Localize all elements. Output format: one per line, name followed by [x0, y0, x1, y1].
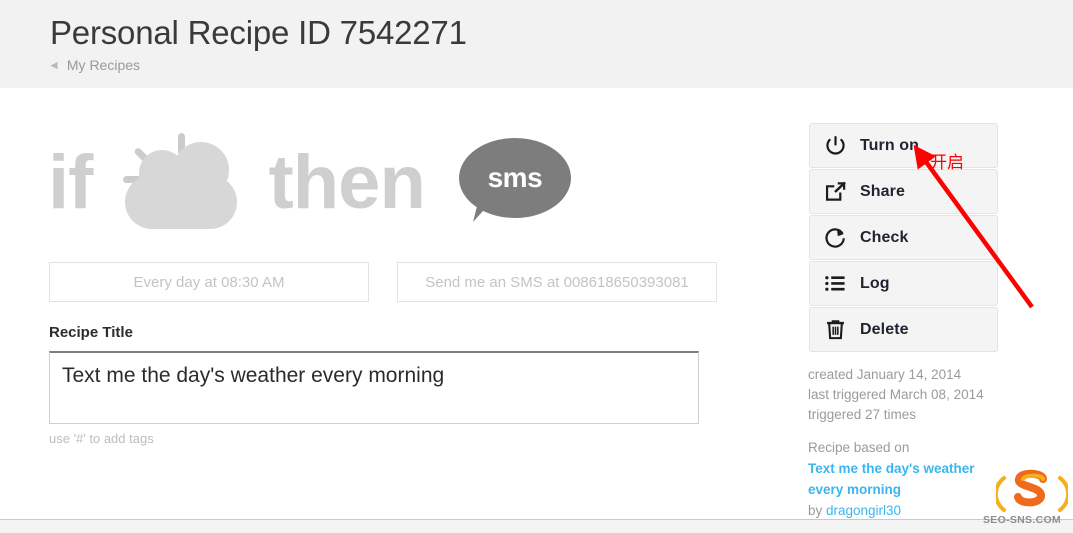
list-bullets-icon	[810, 272, 860, 295]
action-summary-field[interactable]: Send me an SMS at 008618650393081	[397, 262, 717, 302]
action-button-list: Turn on Share Check Log Delete	[809, 123, 998, 353]
cloud-icon	[125, 142, 238, 229]
page-header: Personal Recipe ID 7542271 ◄ My Recipes	[0, 0, 1073, 88]
check-button[interactable]: Check	[809, 215, 998, 260]
recipe-title-input[interactable]: Text me the day's weather every morning	[49, 351, 699, 424]
recipe-detail-page: Personal Recipe ID 7542271 ◄ My Recipes …	[0, 0, 1073, 533]
by-prefix: by	[808, 503, 827, 518]
recipe-headline: if then sms	[48, 128, 571, 238]
power-icon	[810, 134, 860, 157]
page-title: Personal Recipe ID 7542271	[50, 14, 467, 51]
sun-behind-cloud-weather-icon[interactable]	[122, 133, 240, 233]
then-word: then	[268, 140, 425, 225]
based-on-label: Recipe based on	[808, 440, 910, 455]
trash-can-icon	[810, 318, 860, 341]
breadcrumb-label: My Recipes	[66, 57, 141, 73]
share-button[interactable]: Share	[809, 169, 998, 214]
left-triangle-icon: ◄	[48, 58, 60, 72]
delete-button[interactable]: Delete	[809, 307, 998, 352]
meta-spacer	[808, 425, 1038, 438]
log-button[interactable]: Log	[809, 261, 998, 306]
last-triggered-date: last triggered March 08, 2014	[808, 387, 984, 402]
author-username-link[interactable]: dragongirl30	[826, 503, 901, 518]
turn-on-label: Turn on	[860, 136, 920, 154]
sms-speech-bubble-icon[interactable]: sms	[458, 138, 571, 228]
breadcrumb-my-recipes[interactable]: ◄ My Recipes	[48, 57, 140, 73]
delete-label: Delete	[860, 320, 909, 338]
bottom-band	[0, 520, 1073, 533]
share-box-arrow-icon	[810, 180, 860, 203]
turn-on-button[interactable]: Turn on	[809, 123, 998, 168]
watermark-text: SEO-SNS.COM	[983, 514, 1061, 526]
check-label: Check	[860, 228, 909, 246]
speech-bubble-body: sms	[458, 138, 571, 218]
trigger-summary-field[interactable]: Every day at 08:30 AM	[49, 262, 369, 302]
recipe-title-hint: use '#' to add tags	[49, 431, 154, 446]
based-on-recipe-link[interactable]: Text me the day's weather every morning	[808, 458, 998, 500]
created-date: created January 14, 2014	[808, 367, 962, 382]
recipe-title-label: Recipe Title	[49, 324, 133, 341]
refresh-circular-arrow-icon	[810, 226, 860, 249]
triggered-count: triggered 27 times	[808, 407, 917, 422]
sms-label: sms	[487, 162, 543, 193]
log-label: Log	[860, 274, 890, 292]
if-word: if	[48, 140, 93, 225]
share-label: Share	[860, 182, 905, 200]
annotation-label: 开启	[930, 153, 964, 173]
